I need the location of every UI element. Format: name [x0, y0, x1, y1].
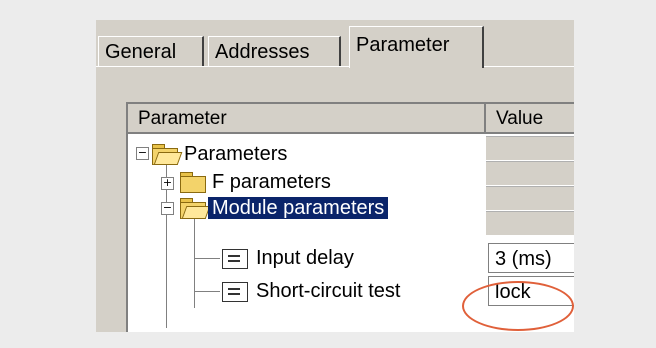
folder-open-icon [152, 144, 183, 165]
tab-divider [484, 66, 574, 67]
tab-parameter[interactable]: Parameter [349, 26, 484, 68]
tree-item-input-delay[interactable]: Input delay [256, 245, 354, 271]
tab-divider [96, 66, 349, 67]
expand-icon[interactable]: + [161, 177, 174, 190]
column-header-parameter[interactable]: Parameter [128, 104, 486, 134]
value-cell-empty [486, 136, 574, 161]
tree-item-short-circuit-test[interactable]: Short-circuit test [256, 278, 400, 304]
tree-item-module-parameters[interactable]: Module parameters [208, 195, 389, 221]
value-cell-empty [486, 211, 574, 236]
parameter-doc-icon [222, 249, 248, 269]
collapse-icon[interactable]: − [136, 147, 149, 160]
tree-item-f-parameters[interactable]: F parameters [212, 169, 331, 195]
folder-open-icon [180, 198, 211, 219]
column-header-value[interactable]: Value [486, 104, 574, 134]
annotation-circle [462, 281, 574, 331]
value-input-delay[interactable]: 3 (ms) [488, 243, 574, 273]
value-cell-empty [486, 161, 574, 186]
selected-label: Module parameters [208, 197, 389, 219]
tree-line [194, 291, 220, 292]
value-cell-empty [486, 186, 574, 211]
parameter-doc-icon [222, 282, 248, 302]
tab-addresses[interactable]: Addresses [208, 36, 341, 66]
tab-general[interactable]: General [98, 36, 204, 66]
tree-line [194, 258, 220, 259]
tree-item-parameters[interactable]: Parameters [184, 141, 287, 167]
folder-icon [180, 172, 206, 193]
collapse-icon[interactable]: − [161, 202, 174, 215]
